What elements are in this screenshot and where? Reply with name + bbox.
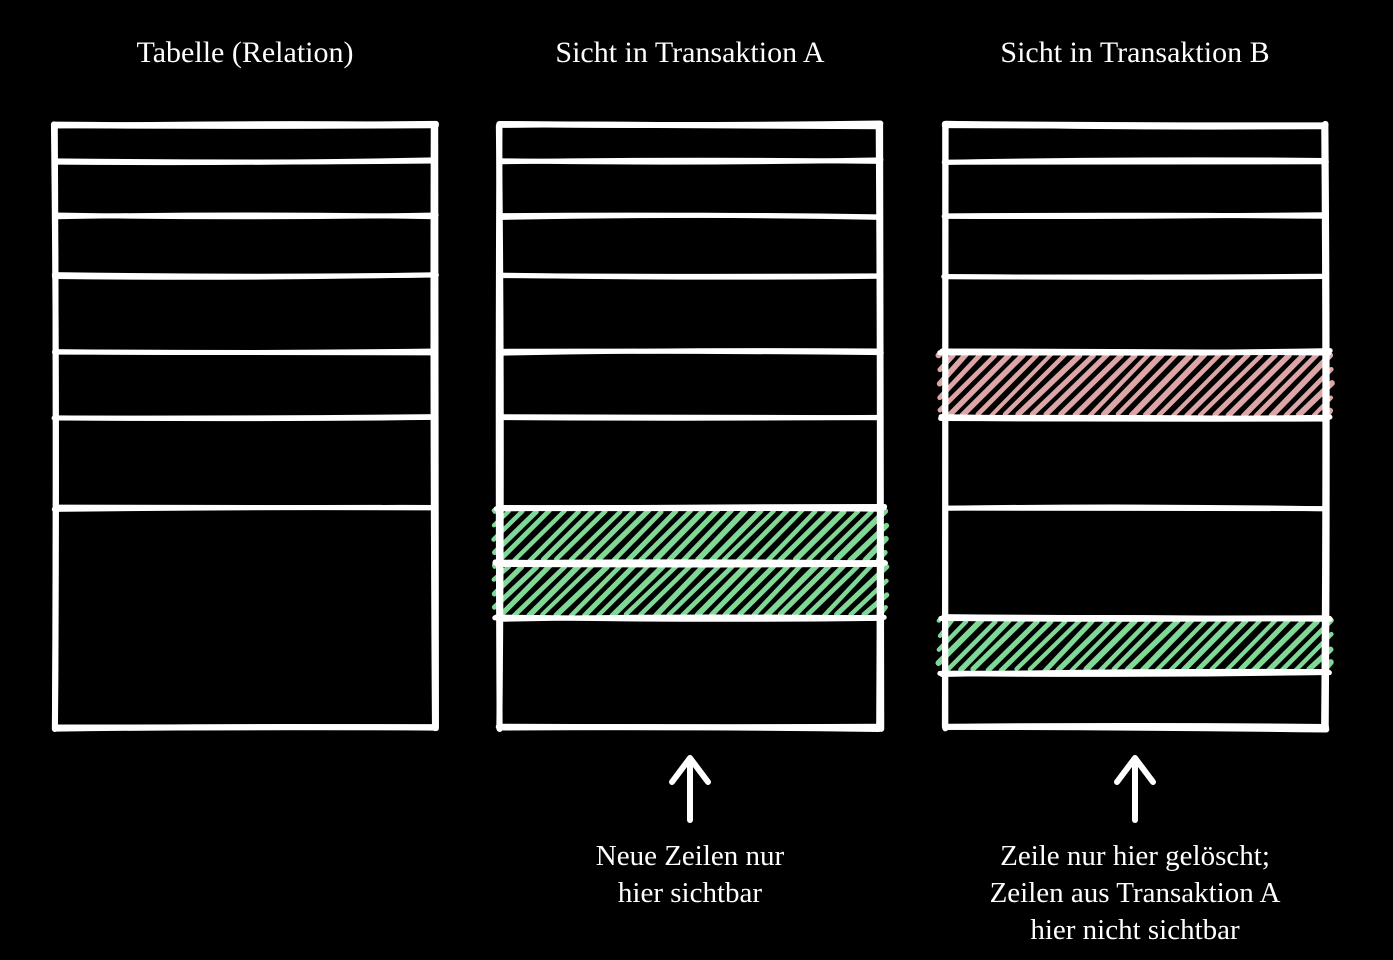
- col3-caption-line2: Zeilen aus Transaktion A: [990, 877, 1281, 909]
- col2-title: Sicht in Transaktion A: [555, 36, 825, 69]
- col3-title: Sicht in Transaktion B: [1000, 36, 1269, 69]
- col3-caption-line3: hier nicht sichtbar: [1030, 914, 1240, 946]
- col3-caption-line1: Zeile nur hier gelöscht;: [1000, 840, 1270, 872]
- mvcc-diagram: Tabelle (Relation) Sicht in Transaktion …: [0, 0, 1393, 960]
- col2-caption-line1: Neue Zeilen nur: [596, 840, 785, 872]
- col1-title: Tabelle (Relation): [137, 36, 354, 69]
- columns: [54, 124, 1332, 730]
- col2-caption-line2: hier sichtbar: [618, 877, 762, 909]
- arrow-col3: [1117, 758, 1153, 820]
- arrow-col2: [672, 758, 708, 820]
